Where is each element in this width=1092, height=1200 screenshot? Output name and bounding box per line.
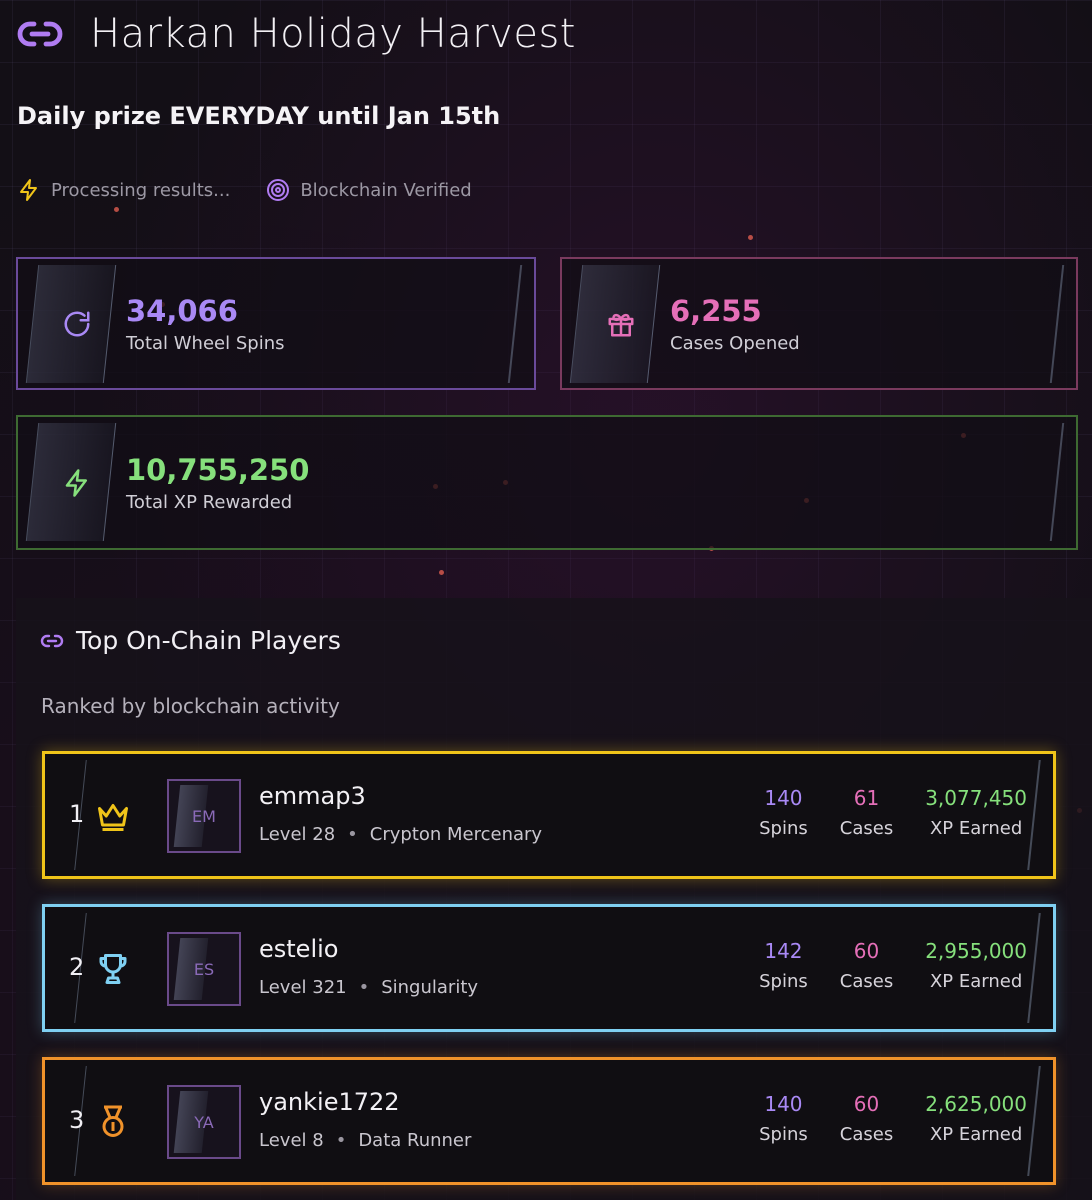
stat-cases-value: 6,255 (670, 294, 762, 328)
particle (439, 570, 444, 575)
gift-icon (608, 313, 634, 336)
stat-xp-label: Total XP Rewarded (126, 492, 293, 513)
trophy-icon (99, 954, 127, 984)
player-name[interactable]: yankie1722 (259, 1088, 400, 1116)
particle (748, 235, 753, 240)
player-stats: 142 Spins 60 Cases 2,955,000 XP Earned (759, 939, 1027, 992)
leaderboard-subtitle: Ranked by blockchain activity (41, 694, 340, 718)
avatar[interactable]: EM (167, 779, 241, 853)
status-processing: Processing results... (51, 179, 231, 201)
refresh-icon (64, 311, 90, 336)
stat-cases-label: Cases Opened (670, 333, 800, 354)
player-cases: 61 (853, 786, 880, 810)
player-xp: 2,955,000 (925, 939, 1027, 963)
page-subtitle: Daily prize EVERYDAY until Jan 15th (17, 102, 501, 130)
particle (114, 207, 119, 212)
player-title: Singularity (381, 977, 479, 998)
stat-spins-label: Total Wheel Spins (126, 333, 285, 354)
player-xp: 2,625,000 (925, 1092, 1027, 1116)
player-level: Level 28 (259, 824, 336, 845)
player-meta: Level 8 • Data Runner (259, 1130, 472, 1151)
leaderboard-panel: Top On-Chain Players Ranked by blockchai… (16, 598, 1092, 1200)
player-spins: 140 (764, 786, 803, 810)
medal-icon (102, 1105, 124, 1137)
player-name[interactable]: emmap3 (259, 782, 366, 810)
player-spins: 142 (764, 939, 803, 963)
stat-spins-value: 34,066 (126, 294, 238, 328)
player-spins: 140 (764, 1092, 803, 1116)
player-name[interactable]: estelio (259, 935, 338, 963)
avatar[interactable]: ES (167, 932, 241, 1006)
leaderboard-header: Top On-Chain Players (40, 626, 341, 655)
page-header: Harkan Holiday Harvest (16, 10, 576, 58)
player-level: Level 8 (259, 1130, 324, 1151)
player-xp: 3,077,450 (925, 786, 1027, 810)
page-title: Harkan Holiday Harvest (90, 11, 576, 57)
leaderboard-title: Top On-Chain Players (76, 626, 341, 655)
chain-link-icon (40, 634, 64, 647)
avatar[interactable]: YA (167, 1085, 241, 1159)
player-title: Data Runner (358, 1130, 472, 1151)
player-meta: Level 28 • Crypton Mercenary (259, 824, 543, 845)
player-rank: 1 (69, 800, 85, 828)
player-row[interactable]: 1 EM emmap3 Level 28 • Crypton Mercenary 1… (42, 751, 1056, 879)
player-meta: Level 321 • Singularity (259, 977, 479, 998)
status-row: Processing results... Blockchain Verifie… (17, 178, 472, 202)
lightning-icon (20, 179, 37, 201)
player-row[interactable]: 2 ES estelio Level 321 • Singularity 142 Sp… (42, 904, 1056, 1032)
crown-icon (98, 804, 128, 831)
stat-card-cases: 6,255 Cases Opened (560, 257, 1078, 390)
chain-link-icon (17, 21, 63, 47)
target-icon (267, 179, 290, 201)
player-rank: 2 (69, 953, 85, 981)
player-level: Level 321 (259, 977, 347, 998)
player-row[interactable]: 3 YA yankie1722 Level 8 • Data Runner 140 S… (42, 1057, 1056, 1185)
player-cases: 60 (853, 1092, 880, 1116)
status-verified: Blockchain Verified (300, 179, 472, 201)
stat-xp-value: 10,755,250 (126, 453, 310, 487)
lightning-icon (65, 468, 87, 497)
stat-card-spins: 34,066 Total Wheel Spins (16, 257, 536, 390)
player-cases: 60 (853, 939, 880, 963)
player-title: Crypton Mercenary (369, 824, 543, 845)
player-rank: 3 (69, 1106, 85, 1134)
stat-card-xp: 10,755,250 Total XP Rewarded (16, 415, 1078, 550)
player-stats: 140 Spins 61 Cases 3,077,450 XP Earned (759, 786, 1027, 839)
player-stats: 140 Spins 60 Cases 2,625,000 XP Earned (759, 1092, 1027, 1145)
